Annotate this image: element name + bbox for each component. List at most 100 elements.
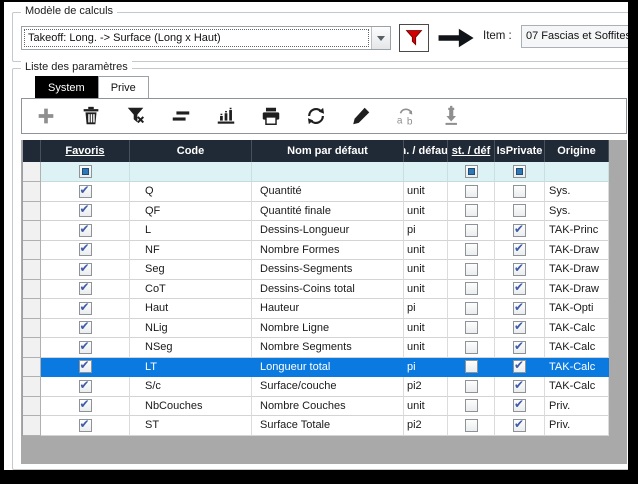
row-selector[interactable] bbox=[23, 182, 41, 202]
row-selector[interactable] bbox=[23, 358, 41, 378]
table-row[interactable]: CoTDessins-Coins totalunitTAK-Draw bbox=[23, 280, 609, 300]
isprivate-checkbox[interactable] bbox=[513, 185, 526, 198]
nom-cell[interactable]: Dessins-Longueur bbox=[252, 221, 404, 241]
favoris-checkbox[interactable] bbox=[79, 243, 92, 256]
inst-cell[interactable] bbox=[448, 241, 495, 261]
unite-cell[interactable]: unit bbox=[404, 182, 448, 202]
favoris-checkbox[interactable] bbox=[79, 282, 92, 295]
inst-checkbox[interactable] bbox=[465, 204, 478, 217]
collapse-icon[interactable] bbox=[169, 104, 193, 128]
inst-checkbox[interactable] bbox=[465, 360, 478, 373]
isprivate-cell[interactable] bbox=[495, 397, 545, 417]
filter-cell[interactable] bbox=[41, 162, 130, 182]
code-cell[interactable]: NLig bbox=[130, 319, 252, 339]
refresh-icon[interactable] bbox=[304, 104, 328, 128]
favoris-cell[interactable] bbox=[41, 397, 130, 417]
isprivate-checkbox[interactable] bbox=[513, 282, 526, 295]
code-cell[interactable]: NSeg bbox=[130, 338, 252, 358]
table-row[interactable]: NFNombre FormesunitTAK-Draw bbox=[23, 241, 609, 261]
isprivate-checkbox[interactable] bbox=[513, 302, 526, 315]
col-header-isprivate[interactable]: IsPrivate bbox=[495, 140, 545, 162]
favoris-cell[interactable] bbox=[41, 358, 130, 378]
col-header-favoris[interactable]: Favoris bbox=[41, 140, 130, 162]
inst-checkbox[interactable] bbox=[465, 399, 478, 412]
isprivate-cell[interactable] bbox=[495, 241, 545, 261]
filter-favoris-checkbox[interactable] bbox=[79, 165, 92, 178]
code-cell[interactable]: Haut bbox=[130, 299, 252, 319]
nom-cell[interactable]: Dessins-Coins total bbox=[252, 280, 404, 300]
unite-cell[interactable]: unit bbox=[404, 280, 448, 300]
inst-checkbox[interactable] bbox=[465, 185, 478, 198]
isprivate-checkbox[interactable] bbox=[513, 399, 526, 412]
origine-cell[interactable]: TAK-Princ bbox=[545, 221, 609, 241]
nom-cell[interactable]: Surface/couche bbox=[252, 377, 404, 397]
filter-cell[interactable] bbox=[252, 162, 404, 182]
table-row[interactable]: NbCouchesNombre CouchesunitPriv. bbox=[23, 397, 609, 417]
favoris-cell[interactable] bbox=[41, 241, 130, 261]
row-selector[interactable] bbox=[23, 202, 41, 222]
inst-cell[interactable] bbox=[448, 299, 495, 319]
inst-checkbox[interactable] bbox=[465, 302, 478, 315]
isprivate-checkbox[interactable] bbox=[513, 204, 526, 217]
tab-prive[interactable]: Prive bbox=[98, 76, 149, 98]
code-cell[interactable]: LT bbox=[130, 358, 252, 378]
code-cell[interactable]: S/c bbox=[130, 377, 252, 397]
col-header-nom-par-d-faut[interactable]: Nom par défaut bbox=[252, 140, 404, 162]
inst-cell[interactable] bbox=[448, 182, 495, 202]
row-selector[interactable] bbox=[23, 397, 41, 417]
table-row[interactable]: HautHauteurpiTAK-Opti bbox=[23, 299, 609, 319]
inst-cell[interactable] bbox=[448, 416, 495, 436]
row-selector[interactable] bbox=[23, 241, 41, 261]
favoris-checkbox[interactable] bbox=[79, 380, 92, 393]
unite-cell[interactable]: unit bbox=[404, 202, 448, 222]
unite-cell[interactable]: unit bbox=[404, 241, 448, 261]
origine-cell[interactable]: TAK-Calc bbox=[545, 377, 609, 397]
isprivate-cell[interactable] bbox=[495, 358, 545, 378]
code-cell[interactable]: NF bbox=[130, 241, 252, 261]
isprivate-cell[interactable] bbox=[495, 416, 545, 436]
row-selector[interactable] bbox=[23, 319, 41, 339]
favoris-checkbox[interactable] bbox=[79, 263, 92, 276]
isprivate-cell[interactable] bbox=[495, 280, 545, 300]
nom-cell[interactable]: Dessins-Segments bbox=[252, 260, 404, 280]
nom-cell[interactable]: Surface Totale bbox=[252, 416, 404, 436]
inst-checkbox[interactable] bbox=[465, 419, 478, 432]
item-field[interactable]: 07 Fascias et Soffites - - ? bbox=[521, 25, 628, 48]
origine-cell[interactable]: Priv. bbox=[545, 397, 609, 417]
unite-cell[interactable]: unit bbox=[404, 338, 448, 358]
inst-cell[interactable] bbox=[448, 377, 495, 397]
row-selector[interactable] bbox=[23, 416, 41, 436]
inst-cell[interactable] bbox=[448, 202, 495, 222]
isprivate-checkbox[interactable] bbox=[513, 341, 526, 354]
table-row[interactable]: QFQuantité finaleunitSys. bbox=[23, 202, 609, 222]
favoris-cell[interactable] bbox=[41, 280, 130, 300]
table-row[interactable]: LTLongueur totalpiTAK-Calc bbox=[23, 358, 609, 378]
print-icon[interactable] bbox=[259, 104, 283, 128]
unite-cell[interactable]: pi2 bbox=[404, 377, 448, 397]
nom-cell[interactable]: Quantité bbox=[252, 182, 404, 202]
filter-cell[interactable] bbox=[545, 162, 609, 182]
col-header-st-d-f[interactable]: st. / déf bbox=[448, 140, 495, 162]
filter-cell[interactable] bbox=[130, 162, 252, 182]
calc-model-combobox[interactable]: Takeoff: Long. -> Surface (Long x Haut) bbox=[21, 26, 391, 50]
code-cell[interactable]: QF bbox=[130, 202, 252, 222]
isprivate-checkbox[interactable] bbox=[513, 224, 526, 237]
origine-cell[interactable]: Sys. bbox=[545, 202, 609, 222]
tab-system[interactable]: System bbox=[35, 76, 98, 98]
unite-cell[interactable]: pi bbox=[404, 221, 448, 241]
favoris-cell[interactable] bbox=[41, 299, 130, 319]
table-row[interactable]: NSegNombre SegmentsunitTAK-Calc bbox=[23, 338, 609, 358]
table-row[interactable]: NLigNombre LigneunitTAK-Calc bbox=[23, 319, 609, 339]
filter-icon[interactable] bbox=[124, 104, 148, 128]
delete-icon[interactable] bbox=[79, 104, 103, 128]
favoris-checkbox[interactable] bbox=[79, 399, 92, 412]
favoris-checkbox[interactable] bbox=[79, 419, 92, 432]
favoris-cell[interactable] bbox=[41, 338, 130, 358]
row-selector[interactable] bbox=[23, 299, 41, 319]
nom-cell[interactable]: Nombre Segments bbox=[252, 338, 404, 358]
origine-cell[interactable]: TAK-Opti bbox=[545, 299, 609, 319]
col-header-origine[interactable]: Origine bbox=[545, 140, 609, 162]
table-row[interactable]: LDessins-LongueurpiTAK-Princ bbox=[23, 221, 609, 241]
inst-cell[interactable] bbox=[448, 338, 495, 358]
inst-cell[interactable] bbox=[448, 319, 495, 339]
